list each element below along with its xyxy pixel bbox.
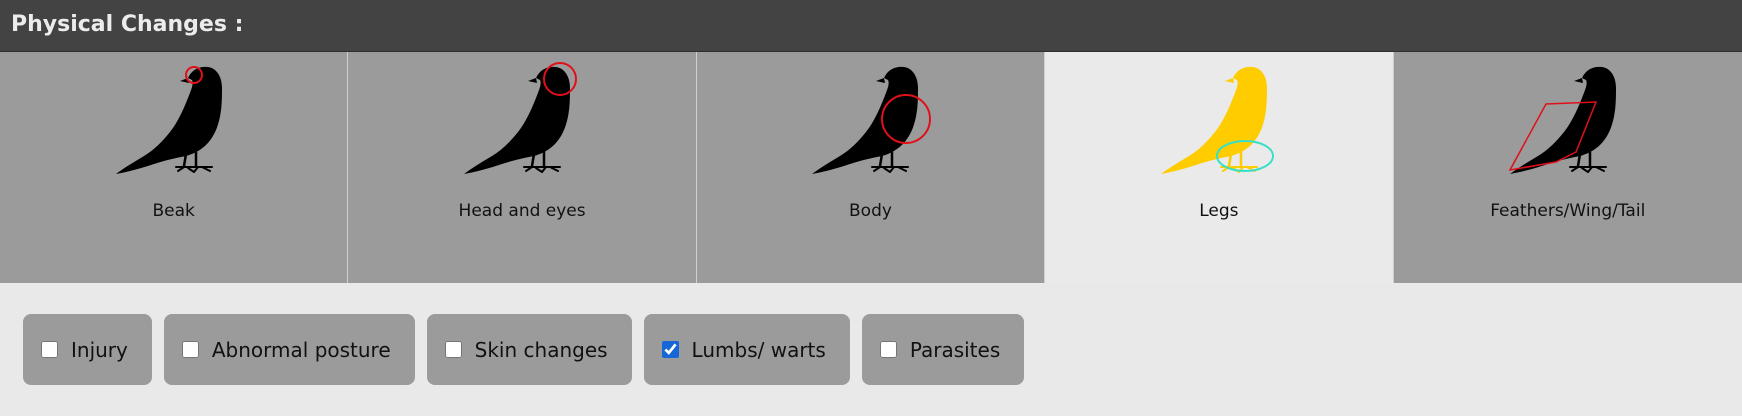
option-skin-changes[interactable]: Skin changes: [426, 314, 632, 385]
tab-head-and-eyes[interactable]: Head and eyes: [348, 52, 697, 283]
crow-feathers-icon: [1508, 65, 1617, 176]
section-header: Physical Changes :: [0, 0, 1742, 52]
crow-body-icon: [811, 65, 932, 176]
crow-beak-icon: [114, 65, 223, 176]
section-title: Physical Changes :: [11, 12, 244, 37]
tab-label: Beak: [152, 201, 195, 221]
option-abnormal-posture[interactable]: Abnormal posture: [163, 314, 415, 385]
body-part-tabs: Beak Head and eyes Body Legs Feathers/Wi…: [0, 52, 1742, 283]
tab-beak[interactable]: Beak: [0, 52, 349, 283]
lumbs-warts-checkbox[interactable]: [661, 341, 679, 358]
option-label: Lumbs/ warts: [691, 337, 826, 362]
option-parasites[interactable]: Parasites: [861, 314, 1025, 385]
option-lumbs-warts[interactable]: Lumbs/ warts: [643, 314, 850, 385]
tab-label: Legs: [1199, 201, 1239, 221]
option-label: Abnormal posture: [211, 337, 391, 362]
tab-label: Head and eyes: [458, 201, 586, 221]
tab-body[interactable]: Body: [696, 52, 1046, 283]
skin-changes-checkbox[interactable]: [444, 341, 462, 358]
tab-legs[interactable]: Legs: [1045, 52, 1394, 283]
symptom-options: Injury Abnormal posture Skin changes Lum…: [0, 283, 1742, 385]
option-label: Injury: [71, 337, 128, 362]
option-label: Skin changes: [474, 337, 608, 362]
tab-label: Feathers/Wing/Tail: [1490, 201, 1646, 221]
crow-legs-icon: [1159, 65, 1274, 176]
option-injury[interactable]: Injury: [23, 314, 152, 385]
option-label: Parasites: [909, 337, 1001, 362]
injury-checkbox[interactable]: [41, 341, 58, 358]
parasites-checkbox[interactable]: [879, 341, 897, 358]
tab-label: Body: [849, 201, 892, 221]
abnormal-posture-checkbox[interactable]: [181, 341, 199, 358]
crow-head-icon: [462, 62, 578, 176]
tab-feathers-wing-tail[interactable]: Feathers/Wing/Tail: [1393, 52, 1742, 283]
